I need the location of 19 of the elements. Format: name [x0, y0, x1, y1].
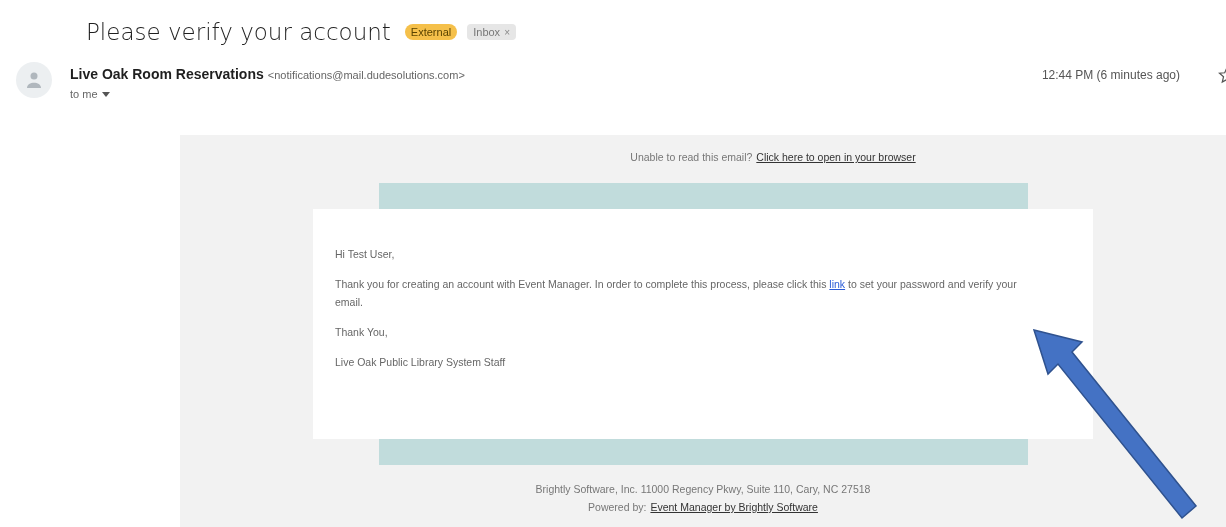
label-chip[interactable]: External — [404, 24, 458, 40]
label-chip[interactable]: Inbox × — [467, 24, 516, 40]
recipient-text: to me — [70, 88, 98, 100]
email-time: 12:44 PM (6 minutes ago) — [1041, 67, 1180, 84]
person-icon — [27, 72, 41, 88]
preheader-text: Unable to read this email? — [630, 151, 753, 165]
signature-text: Live Oak Public Library System Staff — [335, 355, 507, 370]
greeting-text: Hi Test User, — [335, 247, 396, 262]
footer-link[interactable]: Event Manager by Brightly Software — [650, 501, 818, 513]
verify-link[interactable]: link — [829, 278, 846, 290]
powered-by-text: Powered by: — [588, 501, 647, 513]
email-subject: Please verify your account — [86, 19, 391, 45]
closing-text: Thank You, — [335, 325, 389, 340]
browser-link[interactable]: Click here to open in your browser — [756, 151, 916, 183]
sender-address: <notifications@mail.dudesolutions.com> — [267, 69, 465, 81]
footer-address: Brightly Software, Inc. 11000 Regency Pkwy, Suite 110, Cary, NC 27518 — [535, 483, 871, 495]
caret-icon[interactable] — [101, 91, 110, 97]
body-paragraph: Thank you for creating an account with Event Manager. In order to complete this process, please click this link to set your password and verify your email. — [335, 277, 1018, 310]
sender-name: Live Oak Room Reservations — [70, 66, 264, 82]
